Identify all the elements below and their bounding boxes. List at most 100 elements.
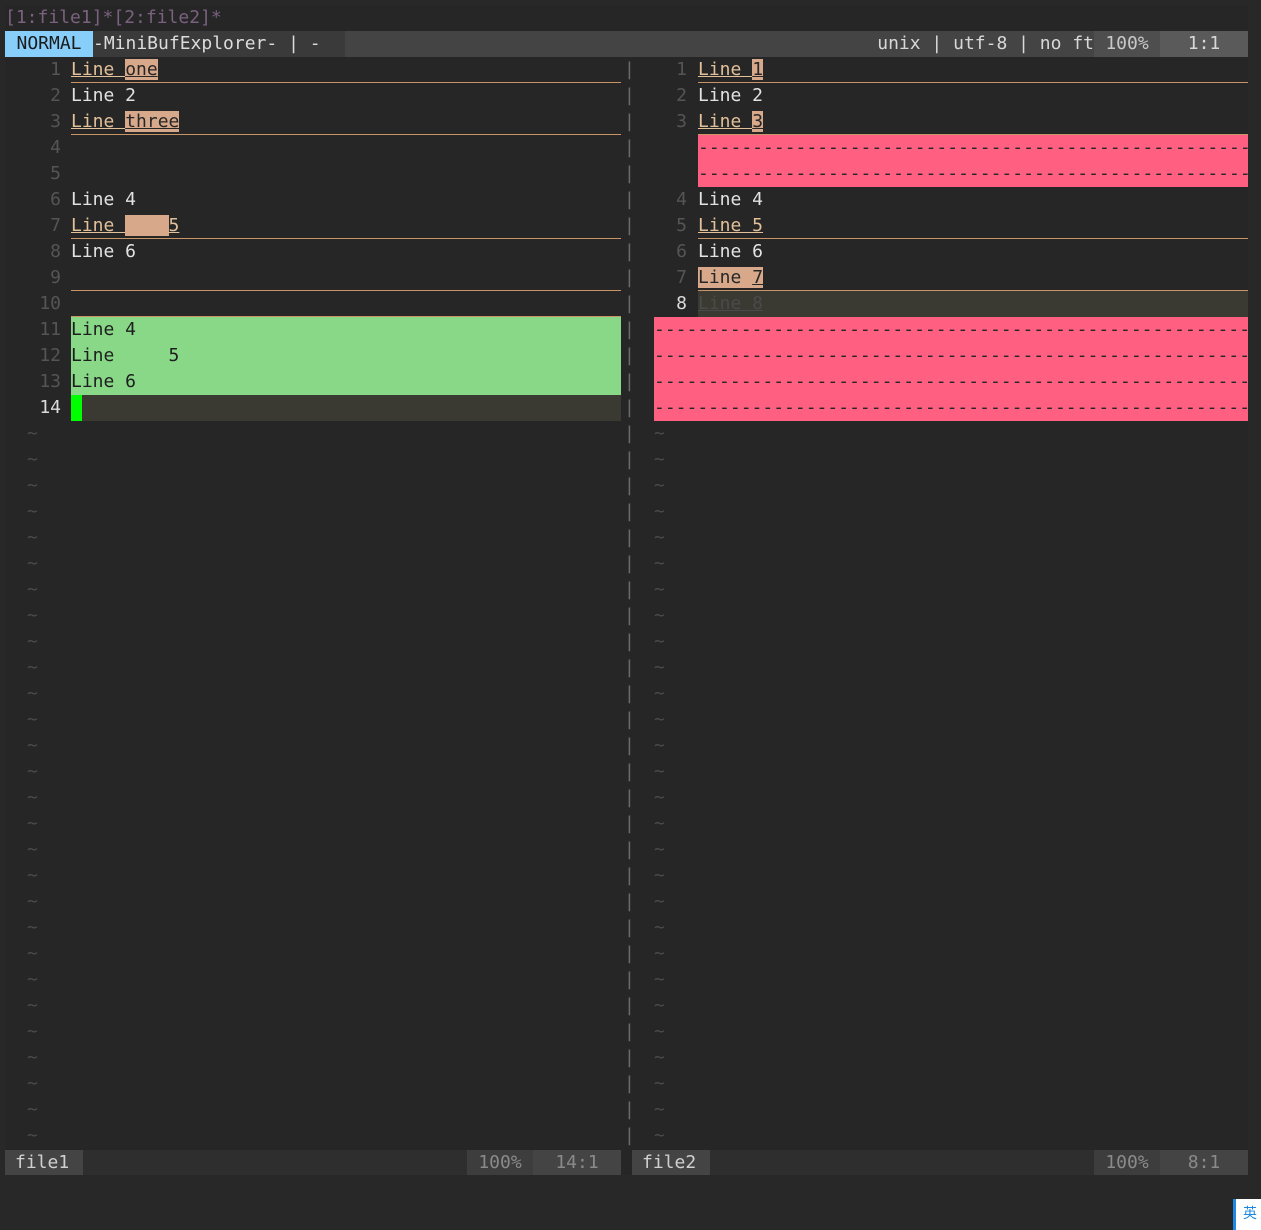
empty-line-tilde: ~ [5, 993, 621, 1019]
left-line[interactable]: 7 Line 5 [5, 213, 621, 239]
added-line-text: Line 5 [71, 343, 621, 369]
left-added-line[interactable]: 12 Line 5 [5, 343, 621, 369]
scroll-percent: 100% [1094, 1150, 1160, 1175]
tilde-marker: ~ [654, 709, 665, 730]
cursor-position: 14:1 [533, 1150, 621, 1175]
left-line[interactable]: 6 Line 4 [5, 187, 621, 213]
empty-line-tilde: ~ [5, 889, 621, 915]
line-text: Line 2 [71, 85, 137, 106]
empty-line-tilde: ~ [654, 785, 1248, 811]
empty-line-tilde: ~ [5, 551, 621, 577]
vim-terminal[interactable]: [1:file1]*[2:file2]* NORMAL -MiniBufExpl… [5, 5, 1248, 1175]
tilde-marker: ~ [27, 631, 38, 652]
scroll-percent: 100% [1094, 31, 1160, 57]
empty-line-tilde: ~ [654, 473, 1248, 499]
tilde-marker: ~ [27, 969, 38, 990]
empty-line-tilde: ~ [5, 629, 621, 655]
tilde-marker: ~ [27, 813, 38, 834]
left-line[interactable]: 10 [5, 291, 621, 317]
tilde-marker: ~ [27, 735, 38, 756]
filler-dashes: ----------------------------------------… [698, 135, 1248, 161]
line-text: Line [698, 59, 753, 80]
line-text [71, 265, 621, 291]
left-added-line[interactable]: 5 [5, 161, 621, 187]
tilde-marker: ~ [27, 787, 38, 808]
vertical-split-divider[interactable]: | | | | | | | | | | | | | | | | | | | | … [624, 57, 634, 1148]
line-number: 14 [39, 397, 61, 418]
tilde-marker: ~ [27, 501, 38, 522]
minibufexplorer-title: -MiniBufExplorer- | - [93, 31, 345, 57]
left-line[interactable]: 2 Line 2 [5, 83, 621, 109]
left-line[interactable]: 8 Line 6 [5, 239, 621, 265]
right-line[interactable]: 1 Line 1 [654, 57, 1248, 83]
tilde-marker: ~ [654, 969, 665, 990]
left-diff-window[interactable]: 1 Line one 2 Line 2 3 Line three 4 5 6 L… [5, 57, 621, 1148]
left-added-line[interactable]: 13 Line 6 [5, 369, 621, 395]
empty-line-tilde: ~ [654, 577, 1248, 603]
tilde-marker: ~ [654, 735, 665, 756]
tilde-marker: ~ [654, 995, 665, 1016]
left-added-line[interactable]: 11 Line 4 [5, 317, 621, 343]
empty-line-tilde: ~ [5, 941, 621, 967]
tilde-marker: ~ [27, 423, 38, 444]
right-line[interactable]: 5 Line 5 [654, 213, 1248, 239]
right-line[interactable]: 7 Line 7 [654, 265, 1248, 291]
right-filler-line: ----------------------------------------… [654, 161, 1248, 187]
tilde-marker: ~ [27, 605, 38, 626]
right-window-status[interactable]: file2 100% 8:1 [632, 1150, 1248, 1175]
right-line[interactable]: 4 Line 4 [654, 187, 1248, 213]
right-diff-window[interactable]: 1 Line 1 2 Line 2 3 Line 3 -------------… [654, 57, 1248, 1148]
empty-line-tilde: ~ [5, 577, 621, 603]
added-line-text: Line 4 [71, 317, 621, 343]
left-line[interactable]: 9 [5, 265, 621, 291]
tilde-marker: ~ [27, 683, 38, 704]
empty-line-tilde: ~ [654, 499, 1248, 525]
line-text-tail: 5 [168, 215, 180, 236]
right-filler-line: ----------------------------------------… [654, 317, 1248, 343]
line-text: Line [71, 59, 126, 80]
tilde-marker: ~ [654, 1073, 665, 1094]
ime-language-indicator[interactable]: 英 [1233, 1199, 1261, 1230]
empty-line-tilde: ~ [654, 837, 1248, 863]
line-number: 5 [50, 163, 61, 184]
tilde-marker: ~ [654, 1047, 665, 1068]
empty-line-tilde: ~ [654, 525, 1248, 551]
empty-line-tilde: ~ [5, 785, 621, 811]
right-line[interactable]: 3 Line 3 [654, 109, 1248, 135]
empty-line-tilde: ~ [5, 1019, 621, 1045]
left-line[interactable]: 1 Line one [5, 57, 621, 83]
line-number: 3 [676, 111, 687, 132]
empty-line-tilde: ~ [654, 1071, 1248, 1097]
left-window-status[interactable]: file1 100% 14:1 [5, 1150, 621, 1175]
added-line-text: Line 6 [71, 369, 621, 395]
left-cursor-line[interactable]: 14 [5, 395, 621, 421]
diff-change-text [125, 215, 169, 236]
line-text: Line 4 [71, 189, 137, 210]
right-line[interactable]: 6 Line 6 [654, 239, 1248, 265]
line-number: 6 [676, 241, 687, 262]
tilde-marker: ~ [27, 1099, 38, 1120]
tilde-marker: ~ [27, 943, 38, 964]
right-line[interactable]: 2 Line 2 [654, 83, 1248, 109]
empty-line-tilde: ~ [5, 1071, 621, 1097]
tilde-marker: ~ [654, 449, 665, 470]
empty-line-tilde: ~ [5, 915, 621, 941]
line-text: Line [71, 111, 126, 132]
tilde-marker: ~ [27, 1073, 38, 1094]
minibufexplorer-buffer-list[interactable]: [1:file1]*[2:file2]* [5, 5, 1248, 31]
empty-line-tilde: ~ [654, 889, 1248, 915]
line-number: 1 [676, 59, 687, 80]
tilde-marker: ~ [654, 579, 665, 600]
diff-change-text: 1 [752, 59, 764, 80]
file-name: file2 [632, 1150, 710, 1175]
tilde-marker: ~ [654, 865, 665, 886]
left-added-line[interactable]: 4 [5, 135, 621, 161]
empty-line-tilde: ~ [654, 629, 1248, 655]
right-cursor-line[interactable]: 8 Line 8 [654, 291, 1248, 317]
empty-line-tilde: ~ [5, 1097, 621, 1123]
empty-line-tilde: ~ [5, 967, 621, 993]
tilde-marker: ~ [27, 1125, 38, 1146]
empty-line-tilde: ~ [5, 837, 621, 863]
left-line[interactable]: 3 Line three [5, 109, 621, 135]
tilde-marker: ~ [654, 761, 665, 782]
